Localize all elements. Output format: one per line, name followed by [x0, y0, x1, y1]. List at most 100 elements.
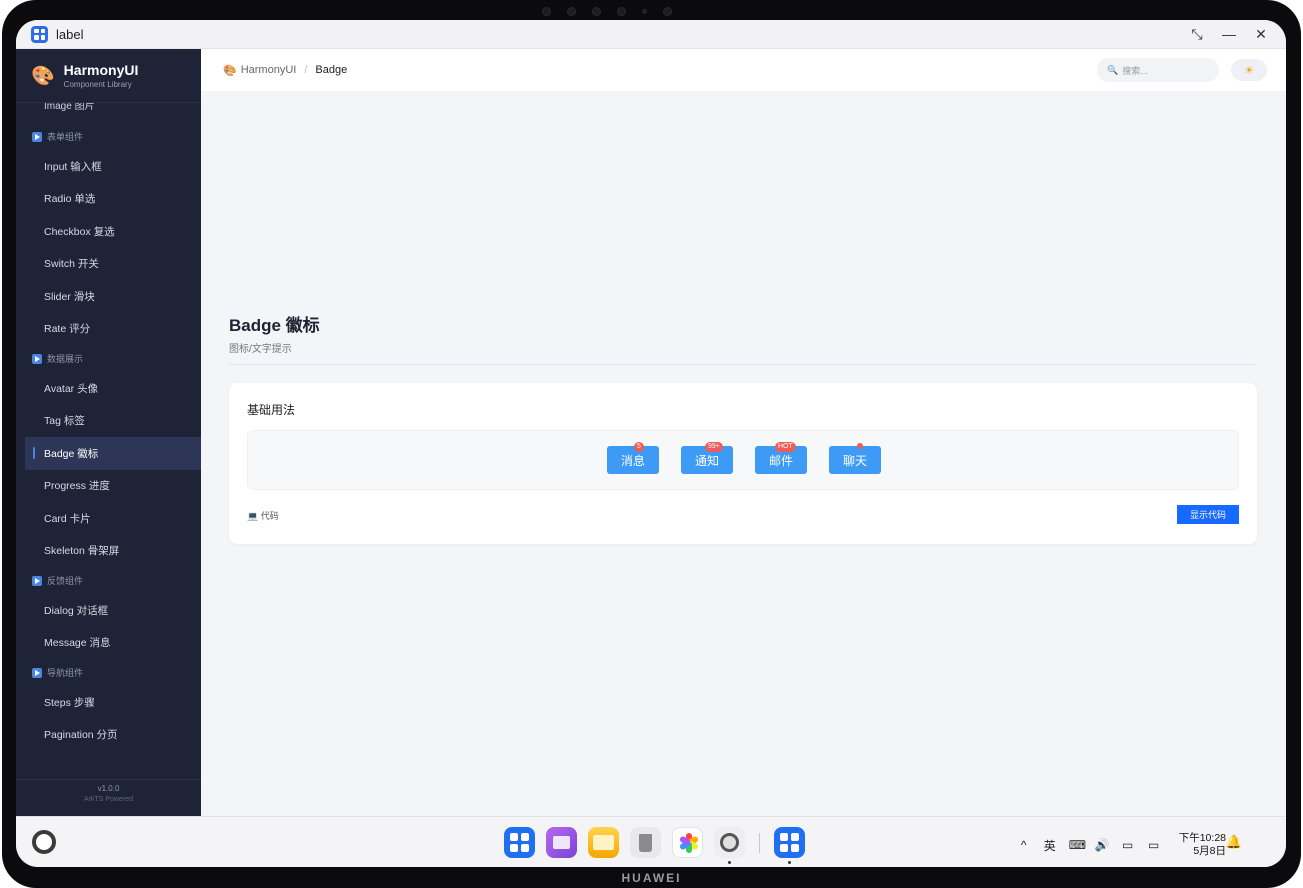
page-subtitle: 图标/文字提示 [229, 344, 292, 355]
camera-dot [567, 6, 576, 16]
app-grid-icon [31, 25, 48, 43]
version-label: v1.0.0 [97, 784, 120, 793]
files-icon[interactable] [588, 827, 619, 858]
sidebar-item-steps[interactable]: Steps 步骤 [16, 686, 201, 719]
sidebar-item-skeleton[interactable]: Skeleton 骨架屏 [16, 535, 201, 568]
system-tray: ^ 英 ⌨ 🔊 ▭ ▭ 下午10:28 5月8日 [1017, 832, 1226, 858]
demo-area: 消息 5 通知 99+ 邮件 HOT 聊天 [247, 430, 1239, 490]
volume-icon[interactable]: 🔊 [1095, 838, 1110, 852]
breadcrumb-separator: / [304, 64, 308, 76]
play-icon [32, 353, 42, 364]
dock-separator [759, 832, 760, 853]
label-app-icon[interactable] [774, 827, 805, 864]
nav-group-navigation: 导航组件 [16, 659, 201, 686]
theme-toggle-button[interactable]: ☀ [1231, 59, 1267, 81]
palette-icon: 🎨 [31, 65, 55, 87]
sidebar-item-rate[interactable]: Rate 评分 [16, 313, 201, 346]
search-placeholder: 搜索... [1122, 65, 1148, 76]
window-titlebar: label ⤡ — ✕ [16, 20, 1286, 49]
sidebar-item-dialog[interactable]: Dialog 对话框 [16, 594, 201, 627]
main-content: Badge 徽标 图标/文字提示 基础用法 消息 5 通知 99+ 邮件 HOT [201, 91, 1286, 816]
breadcrumb-home[interactable]: HarmonyUI [241, 64, 297, 76]
palette-icon: 🎨 [223, 64, 237, 77]
minimize-icon[interactable]: — [1222, 26, 1236, 43]
play-icon [32, 575, 42, 586]
start-button[interactable] [32, 830, 56, 854]
sidebar-item-switch[interactable]: Switch 开关 [16, 248, 201, 281]
notification-button[interactable]: 通知 99+ [681, 442, 733, 474]
restore-icon[interactable]: ⤡ [1190, 26, 1204, 43]
photos-icon[interactable] [672, 827, 703, 858]
sidebar-footer: v1.0.0 ArkTS Powered [16, 779, 201, 816]
card-title: 基础用法 [247, 403, 296, 417]
sidebar-item-card[interactable]: Card 卡片 [16, 502, 201, 535]
chevron-up-icon[interactable]: ^ [1017, 838, 1031, 852]
play-icon [32, 131, 42, 142]
screen-icon[interactable]: ▭ [1121, 838, 1135, 852]
clock-date: 5月8日 [1193, 845, 1226, 857]
dock [504, 827, 805, 864]
dot-badge [857, 443, 863, 449]
message-button[interactable]: 消息 5 [607, 442, 659, 474]
sidebar-item-checkbox[interactable]: Checkbox 复选 [16, 215, 201, 248]
count-badge: 5 [634, 442, 644, 452]
chat-button[interactable]: 聊天 [829, 443, 881, 474]
keyboard-icon[interactable]: ⌨ [1069, 838, 1086, 852]
nav-group-data: 数据展示 [16, 345, 201, 372]
breadcrumb-current: Badge [315, 64, 348, 76]
hot-badge: HOT [775, 442, 796, 452]
taskbar: ^ 英 ⌨ 🔊 ▭ ▭ 下午10:28 5月8日 🔔 [16, 816, 1286, 867]
window-title: label [56, 26, 84, 42]
camera-lens [617, 6, 626, 16]
brand-name: HarmonyUI [63, 62, 139, 78]
screen: label ⤡ — ✕ 🎨 HarmonyUI Component Librar… [16, 20, 1286, 867]
sidebar: 🎨 HarmonyUI Component Library Image 图片 表… [16, 49, 201, 816]
device-brand: HUAWEI [621, 871, 682, 885]
clock-time: 下午10:28 [1178, 832, 1226, 844]
page-title: Badge 徽标 [229, 316, 320, 335]
close-icon[interactable]: ✕ [1254, 26, 1268, 43]
multitask-icon[interactable] [546, 827, 577, 858]
sidebar-item-pagination[interactable]: Pagination 分页 [16, 719, 201, 752]
camera-dot [542, 6, 551, 16]
show-code-button[interactable]: 显示代码 [1177, 505, 1239, 524]
camera-dot [663, 6, 672, 16]
sun-icon: ☀ [1244, 64, 1254, 77]
sidebar-item-avatar[interactable]: Avatar 头像 [16, 372, 201, 405]
nav-group-feedback: 反馈组件 [16, 567, 201, 594]
mail-button[interactable]: 邮件 HOT [755, 442, 807, 474]
play-icon [32, 667, 42, 678]
ime-icon[interactable]: 英 [1043, 837, 1057, 854]
sidebar-item-message[interactable]: Message 消息 [16, 627, 201, 660]
sidebar-nav[interactable]: Image 图片 表单组件 Input 输入框 Radio 单选 Checkbo… [16, 103, 201, 779]
search-input[interactable]: 🔍 搜索... [1097, 58, 1219, 82]
sidebar-item-image[interactable]: Image 图片 [44, 103, 95, 112]
trash-icon[interactable] [630, 827, 661, 858]
camera-dot [592, 6, 601, 16]
powered-label: ArkTS Powered [83, 796, 134, 803]
window-controls: ⤡ — ✕ [1190, 26, 1268, 43]
code-label: 💻 代码 [247, 511, 279, 521]
demo-card: 基础用法 消息 5 通知 99+ 邮件 HOT 聊天 💻 代码 显示代码 [229, 383, 1257, 544]
nav-group-form: 表单组件 [16, 123, 201, 150]
sidebar-item-progress[interactable]: Progress 进度 [16, 470, 201, 503]
camera-dot [642, 8, 647, 14]
count-badge: 99+ [705, 442, 723, 452]
battery-icon[interactable]: ▭ [1147, 838, 1161, 852]
notification-bell-icon[interactable]: 🔔 [1226, 834, 1242, 850]
sidebar-brand: 🎨 HarmonyUI Component Library [16, 49, 201, 103]
clock[interactable]: 下午10:28 5月8日 [1179, 832, 1226, 858]
sidebar-item-badge[interactable]: Badge 徽标 [25, 437, 201, 470]
breadcrumb: 🎨 HarmonyUI / Badge [223, 64, 347, 77]
sidebar-item-input[interactable]: Input 输入框 [16, 150, 201, 183]
sidebar-item-radio[interactable]: Radio 单选 [16, 183, 201, 216]
page-header: 🎨 HarmonyUI / Badge 🔍 搜索... ☀ [201, 49, 1286, 91]
brand-subtitle: Component Library [63, 80, 132, 89]
app-launcher-icon[interactable] [504, 827, 535, 858]
divider [229, 364, 1257, 365]
settings-gear-icon[interactable] [714, 827, 745, 864]
sidebar-item-tag[interactable]: Tag 标签 [16, 405, 201, 438]
camera-bar [542, 6, 672, 16]
sidebar-item-slider[interactable]: Slider 滑块 [16, 280, 201, 313]
search-icon: 🔍 [1107, 64, 1119, 75]
